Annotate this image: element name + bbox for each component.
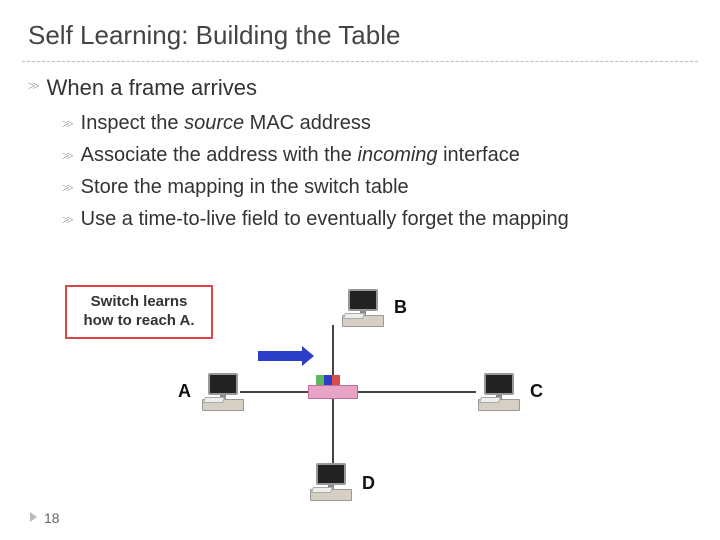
sub-bullet: >> Store the mapping in the switch table [62, 172, 692, 204]
sub-bullet: >> Associate the address with the incomi… [62, 140, 692, 172]
sub-bullet-text: Inspect the source MAC address [81, 110, 371, 136]
content-area: >> When a frame arrives >> Inspect the s… [0, 72, 720, 236]
frame-packet-icon [316, 375, 340, 385]
network-link [332, 399, 334, 471]
node-label-c: C [530, 381, 543, 402]
sub-bullet-text: Store the mapping in the switch table [81, 174, 409, 200]
bullet-icon: >> [28, 72, 37, 100]
sub-bullet-text: Use a time-to-live field to eventually f… [81, 206, 569, 232]
sub-bullet-text: Associate the address with the incoming … [81, 142, 520, 168]
sub-bullet-list: >> Inspect the source MAC address >> Ass… [28, 104, 692, 236]
node-label-b: B [394, 297, 407, 318]
network-link [240, 391, 308, 393]
slide-title: Self Learning: Building the Table [0, 0, 720, 57]
sub-bullet: >> Inspect the source MAC address [62, 108, 692, 140]
bullet-icon: >> [62, 174, 71, 202]
network-link [358, 391, 476, 393]
switch-device [308, 385, 358, 399]
computer-icon [342, 289, 384, 331]
arrow-icon [258, 351, 302, 361]
title-divider [22, 61, 698, 62]
slide-number-icon [30, 512, 37, 522]
network-diagram: Switch learns how to reach A. B A C D [0, 285, 720, 515]
computer-icon [202, 373, 244, 415]
sub-bullet: >> Use a time-to-live field to eventuall… [62, 204, 692, 236]
node-label-d: D [362, 473, 375, 494]
bullet-main-text: When a frame arrives [47, 72, 257, 104]
callout-box: Switch learns how to reach A. [65, 285, 213, 339]
node-label-a: A [178, 381, 191, 402]
bullet-icon: >> [62, 206, 71, 234]
bullet-main: >> When a frame arrives [28, 72, 692, 104]
slide-number: 18 [44, 510, 60, 526]
computer-icon [478, 373, 520, 415]
bullet-icon: >> [62, 142, 71, 170]
computer-icon [310, 463, 352, 505]
bullet-icon: >> [62, 110, 71, 138]
